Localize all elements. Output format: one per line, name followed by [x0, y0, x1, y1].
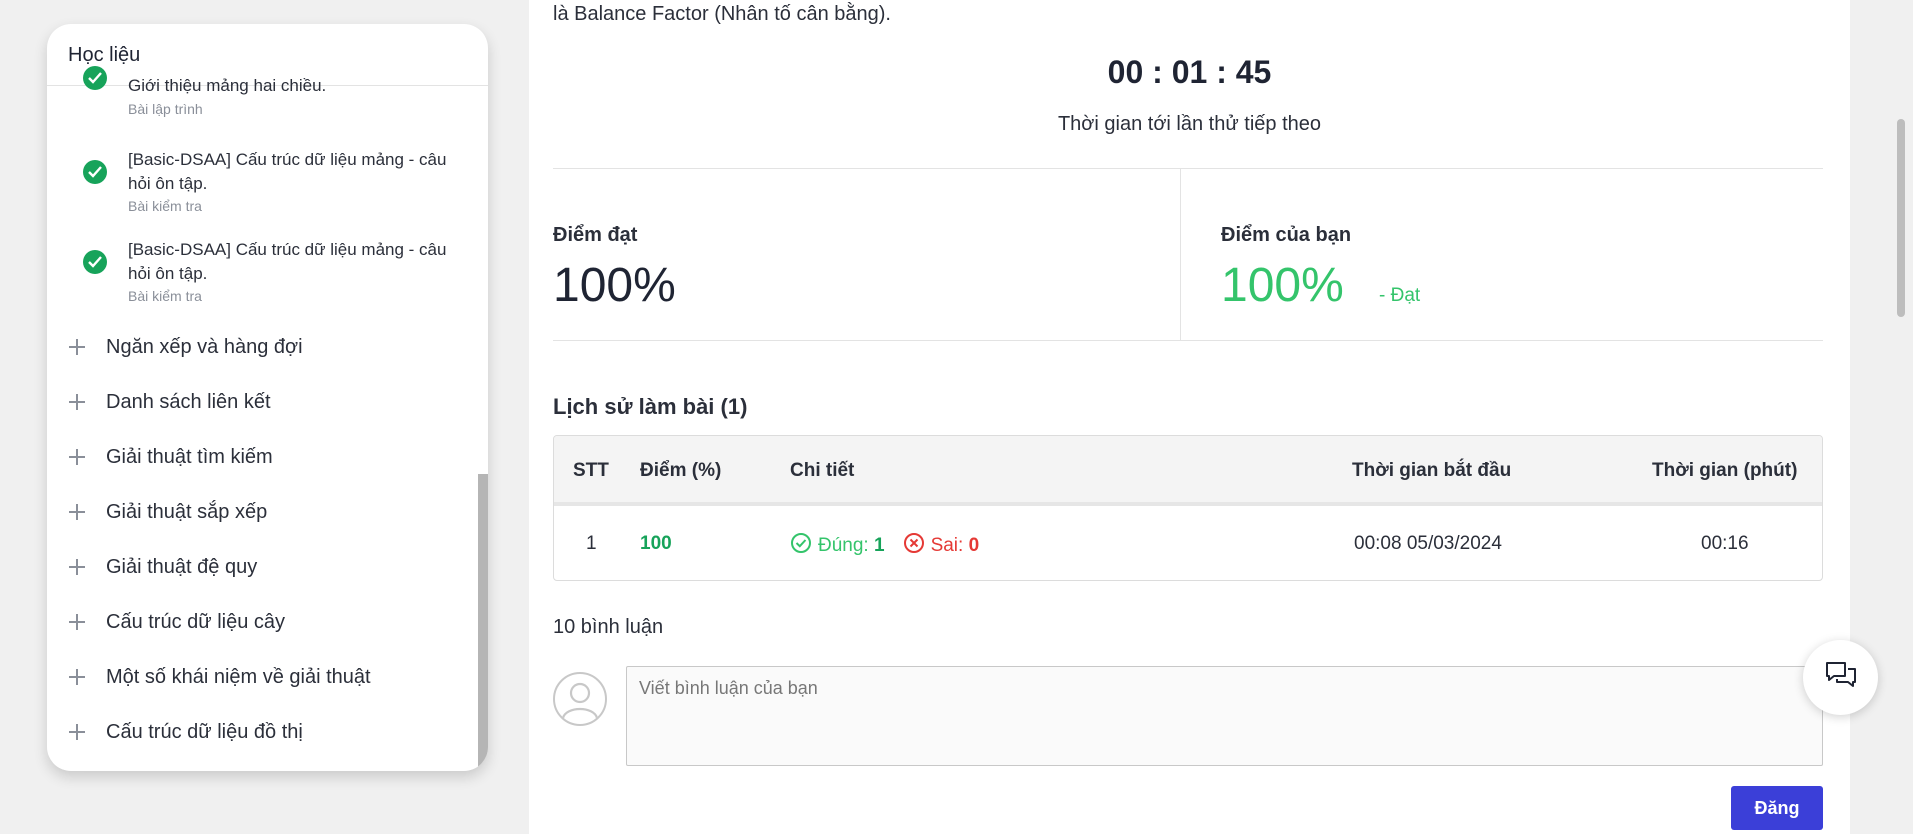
plus-icon: [69, 669, 85, 685]
section-label: Cấu trúc dữ liệu cây: [106, 610, 286, 633]
plus-icon: [69, 504, 85, 520]
lesson-type: Bài kiểm tra: [128, 288, 202, 304]
your-score-status: - Đạt: [1379, 285, 1421, 306]
column-header-duration: Thời gian (phút): [1652, 460, 1798, 481]
row-score: 100: [640, 533, 672, 554]
pass-score-value: 100%: [553, 259, 676, 312]
section-stack-queue[interactable]: Ngăn xếp và hàng đợi: [47, 332, 477, 362]
column-header-detail: Chi tiết: [790, 460, 855, 481]
column-header-score: Điểm (%): [640, 460, 722, 481]
comments-count: 10 bình luận: [553, 616, 664, 638]
your-score-label: Điểm của bạn: [1221, 224, 1352, 246]
retry-countdown-label: Thời gian tới lần thử tiếp theo: [1057, 113, 1322, 135]
user-avatar-icon: [553, 672, 607, 726]
plus-icon: [69, 339, 85, 355]
section-sorting-algorithms[interactable]: Giải thuật sắp xếp: [47, 497, 477, 527]
score-summary: Điểm đạt 100% Điểm của bạn 100% - Đạt: [553, 168, 1823, 341]
chat-button[interactable]: [1803, 640, 1878, 715]
column-header-start-time: Thời gian bắt đầu: [1352, 460, 1512, 481]
plus-icon: [69, 724, 85, 740]
lesson-title: Giới thiệu mảng hai chiều.: [128, 76, 327, 95]
attempt-history-title: Lịch sử làm bài (1): [553, 394, 748, 419]
score-divider: [1180, 169, 1181, 340]
section-recursion[interactable]: Giải thuật đệ quy: [47, 552, 477, 582]
your-score-value: 100%: [1221, 259, 1344, 312]
section-linked-list[interactable]: Danh sách liên kết: [47, 387, 477, 417]
chat-bubbles-icon: [1824, 660, 1858, 695]
section-label: Giải thuật đệ quy: [106, 555, 258, 578]
section-algorithm-concepts[interactable]: Một số khái niệm về giải thuật: [47, 662, 477, 692]
section-label: Ngăn xếp và hàng đợi: [106, 335, 303, 358]
section-label: Cấu trúc dữ liệu đồ thị: [106, 720, 303, 743]
check-circle-icon: [83, 66, 107, 90]
plus-icon: [69, 559, 85, 575]
section-label: Danh sách liên kết: [106, 390, 271, 413]
attempt-history-table: STT Điểm (%) Chi tiết Thời gian bắt đầu …: [553, 435, 1823, 581]
lesson-item[interactable]: [Basic-DSAA] Cấu trúc dữ liệu mảng - câu…: [47, 238, 477, 313]
pass-score-label: Điểm đạt: [553, 224, 638, 246]
lesson-type: Bài kiểm tra: [128, 198, 202, 214]
lesson-title: [Basic-DSAA] Cấu trúc dữ liệu mảng - câu…: [128, 240, 447, 283]
table-header: STT Điểm (%) Chi tiết Thời gian bắt đầu …: [554, 436, 1822, 506]
lesson-type: Bài lập trình: [128, 101, 203, 117]
lesson-item[interactable]: Giới thiệu mảng hai chiều. Bài lập trình: [47, 66, 477, 134]
check-circle-icon: [83, 250, 107, 274]
page-scrollbar[interactable]: [1897, 119, 1905, 317]
question-text-fragment: là Balance Factor (Nhân tố cân bằng).: [553, 3, 891, 25]
course-materials-sidebar: Học liệu Giới thiệu mảng hai chiều. Bài …: [47, 24, 488, 771]
lesson-title: [Basic-DSAA] Cấu trúc dữ liệu mảng - câu…: [128, 150, 447, 193]
section-label: Giải thuật tìm kiếm: [106, 445, 273, 468]
check-circle-outline-icon: [790, 532, 812, 560]
section-graph[interactable]: Cấu trúc dữ liệu đồ thị: [47, 717, 477, 747]
sidebar-scrollbar[interactable]: [478, 474, 488, 771]
post-comment-button[interactable]: Đăng: [1731, 786, 1823, 830]
correct-count: Đúng: 1: [818, 535, 885, 556]
section-tree[interactable]: Cấu trúc dữ liệu cây: [47, 607, 477, 637]
section-search-algorithms[interactable]: Giải thuật tìm kiếm: [47, 442, 477, 472]
plus-icon: [69, 614, 85, 630]
plus-icon: [69, 394, 85, 410]
check-circle-icon: [83, 160, 107, 184]
row-index: 1: [586, 533, 597, 554]
x-circle-outline-icon: [903, 532, 925, 560]
quiz-result-panel: là Balance Factor (Nhân tố cân bằng). 00…: [529, 0, 1850, 834]
row-detail: Đúng: 1 Sai: 0: [790, 532, 979, 560]
column-header-index: STT: [573, 460, 609, 481]
wrong-count: Sai: 0: [930, 535, 980, 556]
section-label: Giải thuật sắp xếp: [106, 500, 268, 523]
row-duration: 00:16: [1701, 533, 1749, 554]
section-label: Một số khái niệm về giải thuật: [106, 665, 371, 688]
row-start-time: 00:08 05/03/2024: [1354, 533, 1502, 554]
retry-countdown: 00 : 01 : 45: [1107, 54, 1272, 90]
plus-icon: [69, 449, 85, 465]
lesson-item[interactable]: [Basic-DSAA] Cấu trúc dữ liệu mảng - câu…: [47, 148, 477, 223]
comment-input[interactable]: [626, 666, 1823, 766]
